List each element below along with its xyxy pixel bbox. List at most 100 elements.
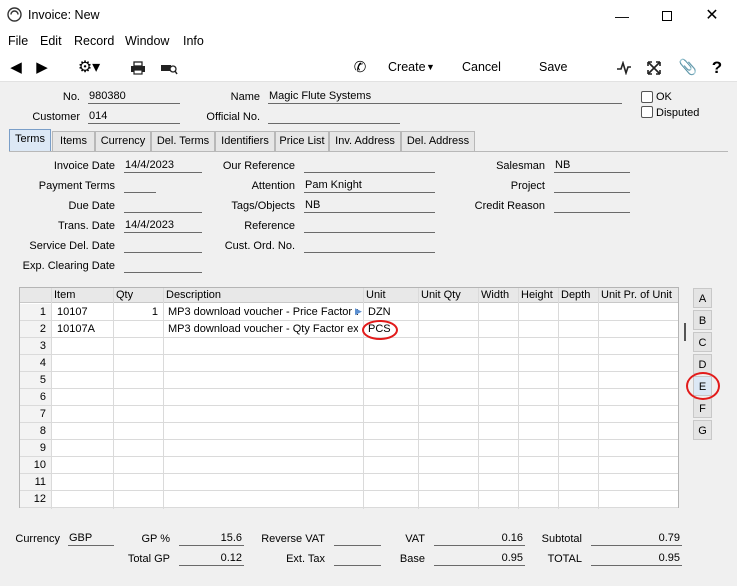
side-tab-c[interactable]: C <box>693 332 712 352</box>
table-row[interactable]: 10 <box>20 457 678 474</box>
side-tab-d[interactable]: D <box>693 354 712 374</box>
reference-field[interactable] <box>304 219 435 233</box>
maximize-button[interactable] <box>657 6 677 26</box>
trans-date-field[interactable]: 14/4/2023 <box>124 219 202 233</box>
menu-window[interactable]: Window <box>125 34 169 48</box>
activity-icon[interactable] <box>614 58 634 78</box>
side-tab-g[interactable]: G <box>693 420 712 440</box>
ext-tax-field[interactable] <box>334 552 381 566</box>
cell-description[interactable]: MP3 download voucher - Qty Factor ex <box>168 323 358 335</box>
no-field[interactable]: 980380 <box>88 90 180 104</box>
col-header-height[interactable]: Height <box>521 289 553 301</box>
project-field[interactable] <box>554 179 630 193</box>
currency-field[interactable]: GBP <box>68 532 114 546</box>
reverse-vat-label: Reverse VAT <box>261 533 325 545</box>
cust-ord-no-label: Cust. Ord. No. <box>224 240 295 252</box>
row-number: 4 <box>39 357 46 369</box>
tab-currency[interactable]: Currency <box>95 131 151 151</box>
tab-del-terms[interactable]: Del. Terms <box>151 131 215 151</box>
cell-unit[interactable]: DZN <box>368 306 414 318</box>
tags-objects-field[interactable]: NB <box>304 199 435 213</box>
side-tab-f[interactable]: F <box>693 398 712 418</box>
menu-file[interactable]: File <box>8 34 28 48</box>
help-icon[interactable]: ? <box>707 58 727 78</box>
cell-item[interactable]: 10107A <box>57 323 112 335</box>
our-reference-field[interactable] <box>304 159 435 173</box>
col-header-unit[interactable]: Unit <box>366 289 386 301</box>
tab-price-list[interactable]: Price List <box>275 131 329 151</box>
exp-clearing-date-field[interactable] <box>124 259 202 273</box>
attention-field[interactable]: Pam Knight <box>304 179 435 193</box>
no-label: No. <box>62 91 80 103</box>
previous-record-icon[interactable]: ◀ <box>6 58 26 78</box>
col-header-depth[interactable]: Depth <box>561 289 590 301</box>
cell-description[interactable]: MP3 download voucher - Price Factor e <box>168 306 358 318</box>
vat-field[interactable]: 0.16 <box>434 532 525 546</box>
cancel-button[interactable]: Cancel <box>462 60 501 74</box>
paperclip-icon[interactable]: 📎 <box>678 58 698 78</box>
table-row[interactable]: 4 <box>20 355 678 372</box>
table-row[interactable]: 6 <box>20 389 678 406</box>
col-header-unit-qty[interactable]: Unit Qty <box>421 289 461 301</box>
gear-icon[interactable]: ⚙▾ <box>74 58 104 78</box>
create-button[interactable]: Create <box>388 60 426 74</box>
col-header-item[interactable]: Item <box>54 289 75 301</box>
chevron-down-icon[interactable]: ▼ <box>426 62 435 72</box>
due-date-field[interactable] <box>124 199 202 213</box>
table-row[interactable]: 9 <box>20 440 678 457</box>
base-field[interactable]: 0.95 <box>434 552 525 566</box>
side-tab-a[interactable]: A <box>693 288 712 308</box>
phone-icon[interactable]: ✆ <box>350 58 370 78</box>
official-no-field[interactable] <box>268 110 400 124</box>
table-row[interactable]: 2 10107A MP3 download voucher - Qty Factor… <box>20 321 678 338</box>
tab-identifiers[interactable]: Identifiers <box>215 131 275 151</box>
next-record-icon[interactable]: ▶ <box>32 58 52 78</box>
save-button[interactable]: Save <box>539 60 568 74</box>
reverse-vat-field[interactable] <box>334 532 381 546</box>
table-row[interactable]: 12 <box>20 491 678 508</box>
salesman-field[interactable]: NB <box>554 159 630 173</box>
tab-del-address[interactable]: Del. Address <box>401 131 475 151</box>
print-icon[interactable] <box>128 58 148 78</box>
tab-items[interactable]: Items <box>52 131 95 151</box>
payment-terms-field[interactable] <box>124 179 156 193</box>
col-header-unit-price[interactable]: Unit Pr. of Unit <box>601 289 672 301</box>
ok-checkbox[interactable] <box>641 91 653 103</box>
menu-record[interactable]: Record <box>74 34 114 48</box>
table-row[interactable]: 5 <box>20 372 678 389</box>
invoice-date-label: Invoice Date <box>53 160 115 172</box>
col-header-width[interactable]: Width <box>481 289 509 301</box>
our-reference-label: Our Reference <box>222 160 295 172</box>
print-preview-icon[interactable] <box>159 58 179 78</box>
cust-ord-no-field[interactable] <box>304 239 435 253</box>
tab-inv-address[interactable]: Inv. Address <box>329 131 401 151</box>
table-row[interactable]: 7 <box>20 406 678 423</box>
tab-terms[interactable]: Terms <box>9 129 51 151</box>
cell-item[interactable]: 10107 <box>57 306 112 318</box>
disputed-checkbox[interactable] <box>641 106 653 118</box>
minimize-button[interactable]: — <box>612 6 632 26</box>
customer-field[interactable]: 014 <box>88 110 180 124</box>
cell-qty[interactable]: 1 <box>116 306 158 318</box>
table-row[interactable]: 11 <box>20 474 678 491</box>
tab-divider <box>9 151 728 152</box>
side-tab-b[interactable]: B <box>693 310 712 330</box>
menu-info[interactable]: Info <box>183 34 204 48</box>
service-del-date-field[interactable] <box>124 239 202 253</box>
menu-edit[interactable]: Edit <box>40 34 62 48</box>
invoice-date-field[interactable]: 14/4/2023 <box>124 159 202 173</box>
table-row[interactable]: 1 10107 1 MP3 download voucher - Price Fact… <box>20 304 678 321</box>
col-header-qty[interactable]: Qty <box>116 289 133 301</box>
name-field[interactable]: Magic Flute Systems <box>268 90 622 104</box>
col-header-description[interactable]: Description <box>166 289 221 301</box>
table-row[interactable]: 8 <box>20 423 678 440</box>
total-gp-field[interactable]: 0.12 <box>179 552 244 566</box>
table-row[interactable]: 3 <box>20 338 678 355</box>
subtotal-field[interactable]: 0.79 <box>591 532 682 546</box>
credit-reason-field[interactable] <box>554 199 630 213</box>
expand-icon[interactable] <box>644 58 664 78</box>
close-button[interactable]: ✕ <box>702 6 722 26</box>
grid-scrollbar[interactable] <box>684 323 686 341</box>
total-field[interactable]: 0.95 <box>591 552 682 566</box>
gp-pct-field[interactable]: 15.6 <box>179 532 244 546</box>
